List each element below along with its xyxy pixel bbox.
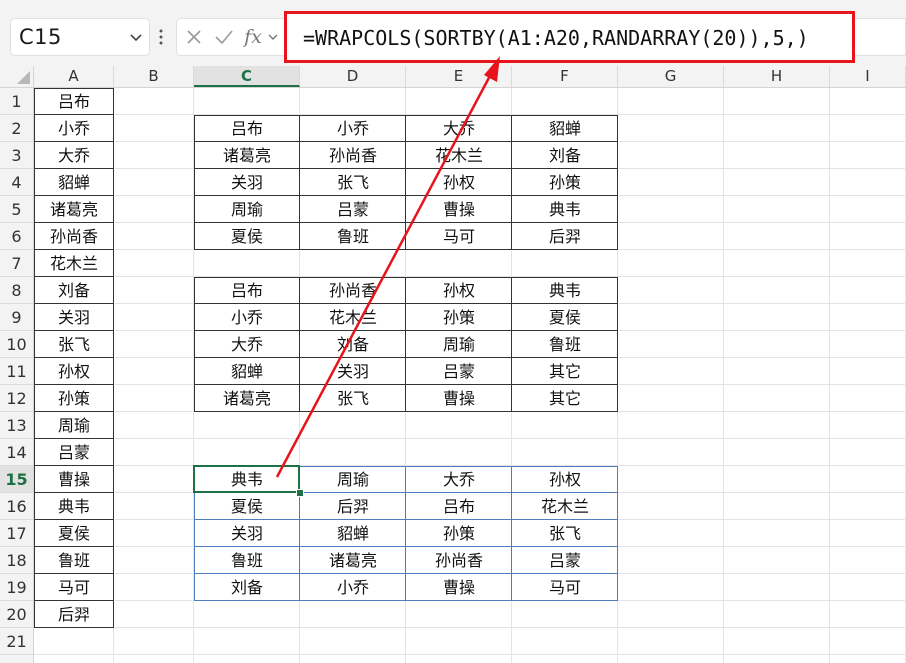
table-inner-border [34,276,114,277]
cell-grid[interactable]: 吕布 小乔 大乔 貂蝉 诸葛亮 孙尚香 花木兰 刘备 关羽 张飞 孙权 孙策 周瑜 吕蒙 曹操 典韦 夏侯 鲁班马… [34,88,906,663]
row-header-10[interactable]: 10 [0,331,33,358]
table-inner-border [511,466,512,601]
table-inner-border [405,466,406,601]
active-cell-outline[interactable] [193,465,300,493]
table-inner-border [34,600,114,601]
table-inner-border [511,277,512,412]
name-box-value: C15 [19,25,62,49]
table-inner-border [34,303,114,304]
row-header-11[interactable]: 11 [0,358,33,385]
row-headers: 1 2 3 4 5 6 7 8 9 10 11 12 13 14 15 16 17 18 19 20 21 [0,88,34,663]
table-inner-border [34,249,114,250]
source-list-border [34,88,114,628]
row-header-6[interactable]: 6 [0,223,33,250]
row-header-7[interactable]: 7 [0,250,33,277]
formula-text: =WRAPCOLS(SORTBY(A1:A20,RANDARRAY(20)),5… [303,26,809,50]
table-inner-border [405,115,406,250]
table-inner-border [34,465,114,466]
table-inner-border [194,384,618,385]
formula-toolbar: C15 fx =WRAPCOLS(SORTBY(A1:A20,RANDARRAY… [0,0,906,66]
row-header-20[interactable]: 20 [0,601,33,628]
fill-handle[interactable] [296,489,304,497]
row-header-13[interactable]: 13 [0,412,33,439]
table-inner-border [194,519,618,520]
table-inner-border [34,114,114,115]
grid-line [34,627,906,628]
table-inner-border [34,330,114,331]
table-inner-border [34,573,114,574]
column-header-e[interactable]: E [406,66,512,87]
fx-icon[interactable]: fx [241,19,265,55]
table-inner-border [34,384,114,385]
column-header-b[interactable]: B [114,66,194,87]
grid-line [34,654,906,655]
table-inner-border [194,303,618,304]
row-header-12[interactable]: 12 [0,385,33,412]
row-header-21[interactable]: 21 [0,628,33,655]
table-inner-border [194,573,618,574]
table-inner-border [34,438,114,439]
grid-line [34,438,906,439]
column-header-h[interactable]: H [724,66,830,87]
row-header-18[interactable]: 18 [0,547,33,574]
column-header-g[interactable]: G [618,66,724,87]
grid-line [829,88,830,663]
row-header-16[interactable]: 16 [0,493,33,520]
row-header-3[interactable]: 3 [0,142,33,169]
more-vertical-icon[interactable] [158,28,164,46]
table-inner-border [194,222,618,223]
select-all-corner[interactable] [0,66,34,87]
table-inner-border [34,357,114,358]
row-header-9[interactable]: 9 [0,304,33,331]
row-header-4[interactable]: 4 [0,169,33,196]
table-inner-border [34,168,114,169]
table-inner-border [405,277,406,412]
row-header-5[interactable]: 5 [0,196,33,223]
row-header-17[interactable]: 17 [0,520,33,547]
table-inner-border [194,546,618,547]
table-inner-border [194,357,618,358]
table-inner-border [34,546,114,547]
table-inner-border [299,277,300,412]
table-inner-border [34,519,114,520]
chevron-down-icon[interactable] [266,19,280,55]
table-inner-border [34,141,114,142]
table-inner-border [194,168,618,169]
column-header-f[interactable]: F [512,66,618,87]
column-header-c[interactable]: C [194,66,300,87]
row-header-2[interactable]: 2 [0,115,33,142]
table-inner-border [34,222,114,223]
table-inner-border [511,115,512,250]
table-inner-border [194,330,618,331]
column-header-a[interactable]: A [34,66,114,87]
row-header-8[interactable]: 8 [0,277,33,304]
table-inner-border [34,195,114,196]
formula-highlight-box[interactable]: =WRAPCOLS(SORTBY(A1:A20,RANDARRAY(20)),5… [284,11,855,63]
column-header-d[interactable]: D [300,66,406,87]
table-inner-border [34,411,114,412]
row-header-19[interactable]: 19 [0,574,33,601]
table-1-border [194,115,618,250]
name-box[interactable]: C15 [10,18,150,56]
row-header-1[interactable]: 1 [0,88,33,115]
table-inner-border [299,115,300,250]
column-headers: ABCDEFGHI [0,66,906,88]
row-header-15[interactable]: 15 [0,466,33,493]
table-2-border [194,277,618,412]
cancel-x-icon[interactable] [183,19,205,55]
grid-line [723,88,724,663]
table-inner-border [194,141,618,142]
row-header-14[interactable]: 14 [0,439,33,466]
table-inner-border [34,492,114,493]
table-inner-border [194,195,618,196]
column-header-i[interactable]: I [830,66,906,87]
chevron-down-icon[interactable] [129,30,143,44]
confirm-check-icon[interactable] [213,19,235,55]
